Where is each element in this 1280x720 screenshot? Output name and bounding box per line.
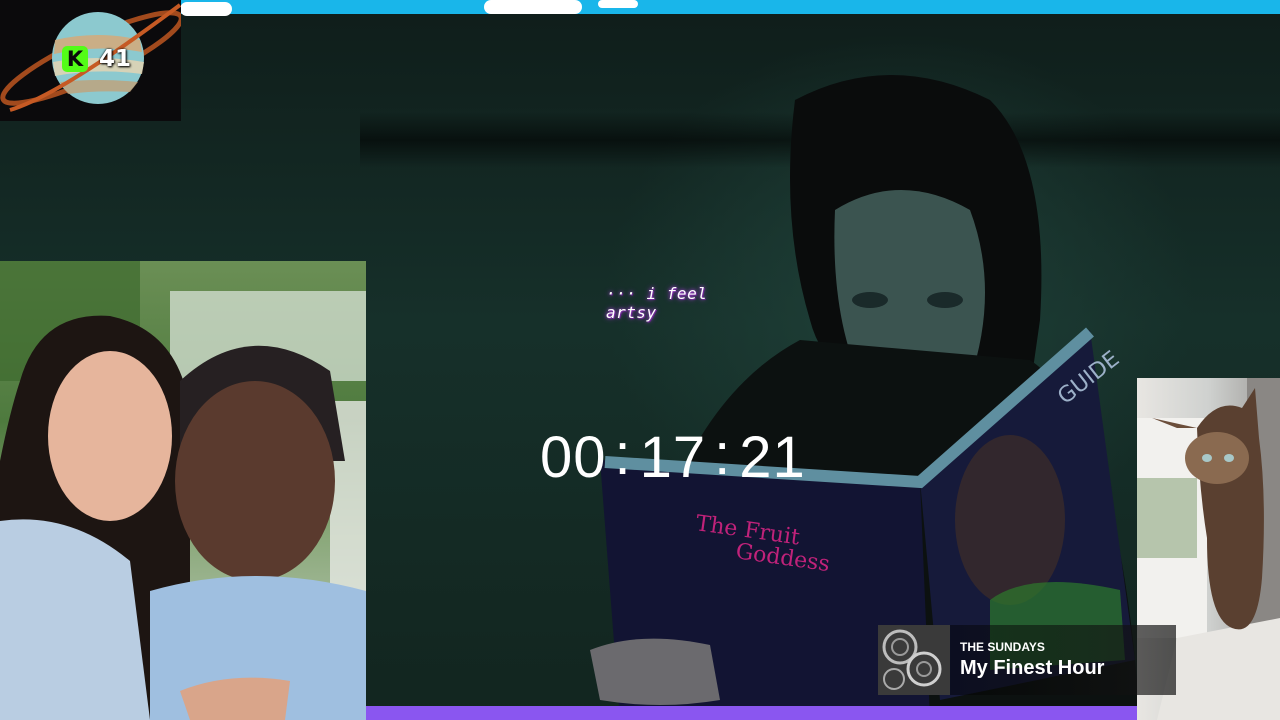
now-playing-widget: THE SUNDAYS My Finest Hour [878, 625, 1176, 695]
planet-icon [0, 3, 181, 112]
timer-seconds: 21 [739, 424, 806, 490]
cloud-icon [180, 2, 232, 16]
artist-name: THE SUNDAYS [960, 639, 1045, 654]
album-art-image [878, 625, 950, 695]
timer-minutes: 17 [639, 424, 707, 490]
timer-separator: : [614, 421, 632, 487]
track-info: THE SUNDAYS My Finest Hour [950, 640, 1104, 681]
album-cover-icon [878, 625, 950, 695]
webcam-couple-image [0, 261, 366, 720]
cloud-icon [484, 0, 582, 14]
couple-photo-icon [0, 261, 366, 720]
viewer-count-badge: K 41 [0, 0, 181, 121]
song-title: My Finest Hour [960, 656, 1105, 679]
viewer-count: 41 [99, 46, 132, 72]
cloud-icon [598, 0, 638, 8]
progress-bar [366, 706, 1137, 720]
streamer-reading-book-image: The Fruit Goddess GUIDE [590, 75, 1140, 720]
kick-logo-icon: K [62, 46, 88, 72]
stream-timer: 00 : 17 : 21 [540, 421, 830, 490]
progress-bar-fill [366, 706, 1137, 720]
timer-separator: : [714, 421, 732, 487]
stream-caption: ··· i feel artsy [606, 284, 708, 322]
top-sky-strip [0, 0, 1280, 16]
timer-hours: 00 [540, 424, 607, 490]
